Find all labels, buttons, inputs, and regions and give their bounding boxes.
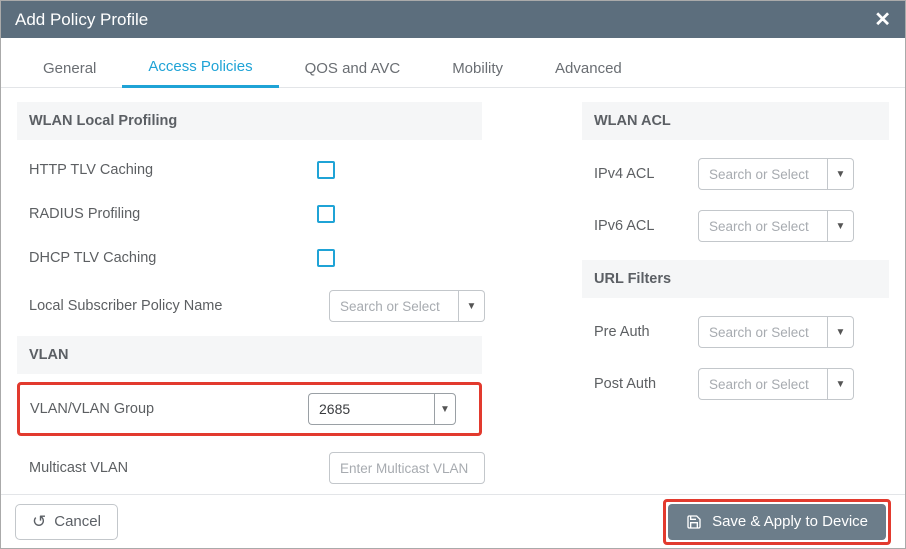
undo-icon: ↺ [32,513,46,530]
dialog-title: Add Policy Profile [15,10,148,30]
dropdown-ipv4-acl[interactable]: ▼ [828,158,854,190]
input-local-subscriber-policy[interactable] [329,290,459,322]
combo-local-subscriber-policy: ▼ [329,290,485,322]
label-post-auth: Post Auth [594,376,698,392]
checkbox-http-tlv-caching[interactable] [317,161,335,179]
input-multicast-vlan[interactable] [329,452,485,484]
row-local-subscriber-policy: Local Subscriber Policy Name ▼ [17,280,482,332]
label-ipv4-acl: IPv4 ACL [594,166,698,182]
label-vlan-group: VLAN/VLAN Group [30,401,262,417]
footer: ↺ Cancel Save & Apply to Device [1,494,905,548]
row-pre-auth: Pre Auth ▼ [582,306,889,358]
tab-qos-avc[interactable]: QOS and AVC [279,52,427,87]
row-dhcp-tlv-caching: DHCP TLV Caching [17,236,482,280]
row-post-auth: Post Auth ▼ [582,358,889,410]
input-vlan-group[interactable] [308,393,434,425]
section-url-filters: URL Filters [582,260,889,298]
checkbox-dhcp-tlv-caching[interactable] [317,249,335,267]
left-column: WLAN Local Profiling HTTP TLV Caching RA… [17,102,482,494]
row-multicast-vlan: Multicast VLAN [17,442,482,494]
dropdown-vlan-group[interactable]: ▼ [434,393,456,425]
label-radius-profiling: RADIUS Profiling [29,206,269,222]
cancel-button[interactable]: ↺ Cancel [15,504,118,540]
label-multicast-vlan: Multicast VLAN [29,460,269,476]
row-vlan-group-highlight: VLAN/VLAN Group ▼ [17,382,482,436]
dropdown-ipv6-acl[interactable]: ▼ [828,210,854,242]
input-pre-auth[interactable] [698,316,828,348]
label-http-tlv-caching: HTTP TLV Caching [29,162,269,178]
tab-mobility[interactable]: Mobility [426,52,529,87]
row-ipv4-acl: IPv4 ACL ▼ [582,148,889,200]
combo-ipv6-acl: ▼ [698,210,854,242]
dropdown-local-subscriber-policy[interactable]: ▼ [459,290,485,322]
input-post-auth[interactable] [698,368,828,400]
input-ipv6-acl[interactable] [698,210,828,242]
input-ipv4-acl[interactable] [698,158,828,190]
checkbox-radius-profiling[interactable] [317,205,335,223]
row-radius-profiling: RADIUS Profiling [17,192,482,236]
dialog-titlebar: Add Policy Profile ✕ [1,1,905,38]
label-ipv6-acl: IPv6 ACL [594,218,698,234]
combo-ipv4-acl: ▼ [698,158,854,190]
combo-pre-auth: ▼ [698,316,854,348]
label-dhcp-tlv-caching: DHCP TLV Caching [29,250,269,266]
save-button-highlight: Save & Apply to Device [663,499,891,545]
combo-vlan-group: ▼ [308,393,456,425]
save-apply-button[interactable]: Save & Apply to Device [668,504,886,540]
row-http-tlv-caching: HTTP TLV Caching [17,148,482,192]
save-icon [686,514,702,530]
tab-access-policies[interactable]: Access Policies [122,50,278,88]
content: WLAN Local Profiling HTTP TLV Caching RA… [1,88,905,494]
save-apply-button-label: Save & Apply to Device [712,513,868,530]
tab-general[interactable]: General [17,52,122,87]
tabs: General Access Policies QOS and AVC Mobi… [1,50,905,88]
right-column: WLAN ACL IPv4 ACL ▼ IPv6 ACL ▼ URL Filte… [582,102,889,494]
label-local-subscriber-policy: Local Subscriber Policy Name [29,298,269,314]
dropdown-post-auth[interactable]: ▼ [828,368,854,400]
section-wlan-local-profiling: WLAN Local Profiling [17,102,482,140]
combo-post-auth: ▼ [698,368,854,400]
dropdown-pre-auth[interactable]: ▼ [828,316,854,348]
row-ipv6-acl: IPv6 ACL ▼ [582,200,889,252]
label-pre-auth: Pre Auth [594,324,698,340]
section-wlan-acl: WLAN ACL [582,102,889,140]
tab-advanced[interactable]: Advanced [529,52,648,87]
close-icon[interactable]: ✕ [874,10,891,30]
cancel-button-label: Cancel [54,513,101,530]
section-vlan: VLAN [17,336,482,374]
